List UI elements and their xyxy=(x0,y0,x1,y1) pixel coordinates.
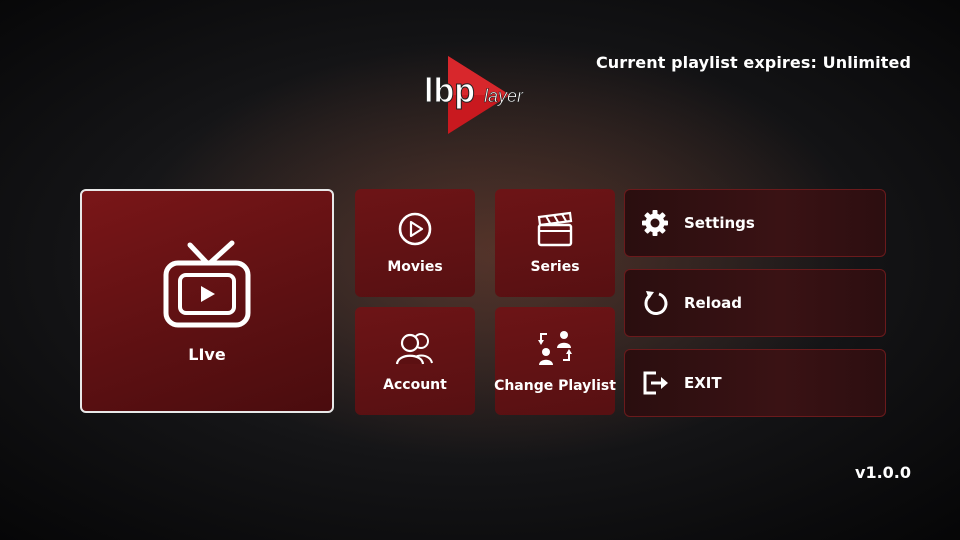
live-label: LIve xyxy=(188,344,226,364)
reload-icon xyxy=(640,288,670,318)
playlist-expiry-text: Current playlist expires: Unlimited xyxy=(595,53,911,72)
series-label: Series xyxy=(530,259,580,275)
exit-button[interactable]: EXIT xyxy=(624,349,886,417)
app-logo: lbp layer xyxy=(410,50,550,140)
exit-label: EXIT xyxy=(684,374,722,392)
version-label: v1.0.0 xyxy=(855,463,911,482)
account-tile[interactable]: Account xyxy=(355,307,475,415)
account-users-icon xyxy=(395,329,435,369)
account-label: Account xyxy=(383,377,447,393)
clapperboard-icon xyxy=(536,211,574,251)
settings-label: Settings xyxy=(684,214,755,232)
change-playlist-label: Change Playlist xyxy=(494,378,616,394)
live-tile[interactable]: LIve xyxy=(80,189,334,413)
settings-button[interactable]: Settings xyxy=(624,189,886,257)
movies-label: Movies xyxy=(387,259,443,275)
tv-icon xyxy=(162,239,252,335)
reload-button[interactable]: Reload xyxy=(624,269,886,337)
reload-label: Reload xyxy=(684,294,743,312)
change-playlist-tile[interactable]: Change Playlist xyxy=(494,307,616,415)
svg-text:layer: layer xyxy=(484,86,524,106)
movies-tile[interactable]: Movies xyxy=(355,189,475,297)
series-tile[interactable]: Series xyxy=(495,189,615,297)
exit-icon xyxy=(640,368,670,398)
switch-user-icon xyxy=(535,328,575,370)
gear-icon xyxy=(640,208,670,238)
play-circle-icon xyxy=(397,211,433,251)
svg-text:lbp: lbp xyxy=(424,72,475,110)
